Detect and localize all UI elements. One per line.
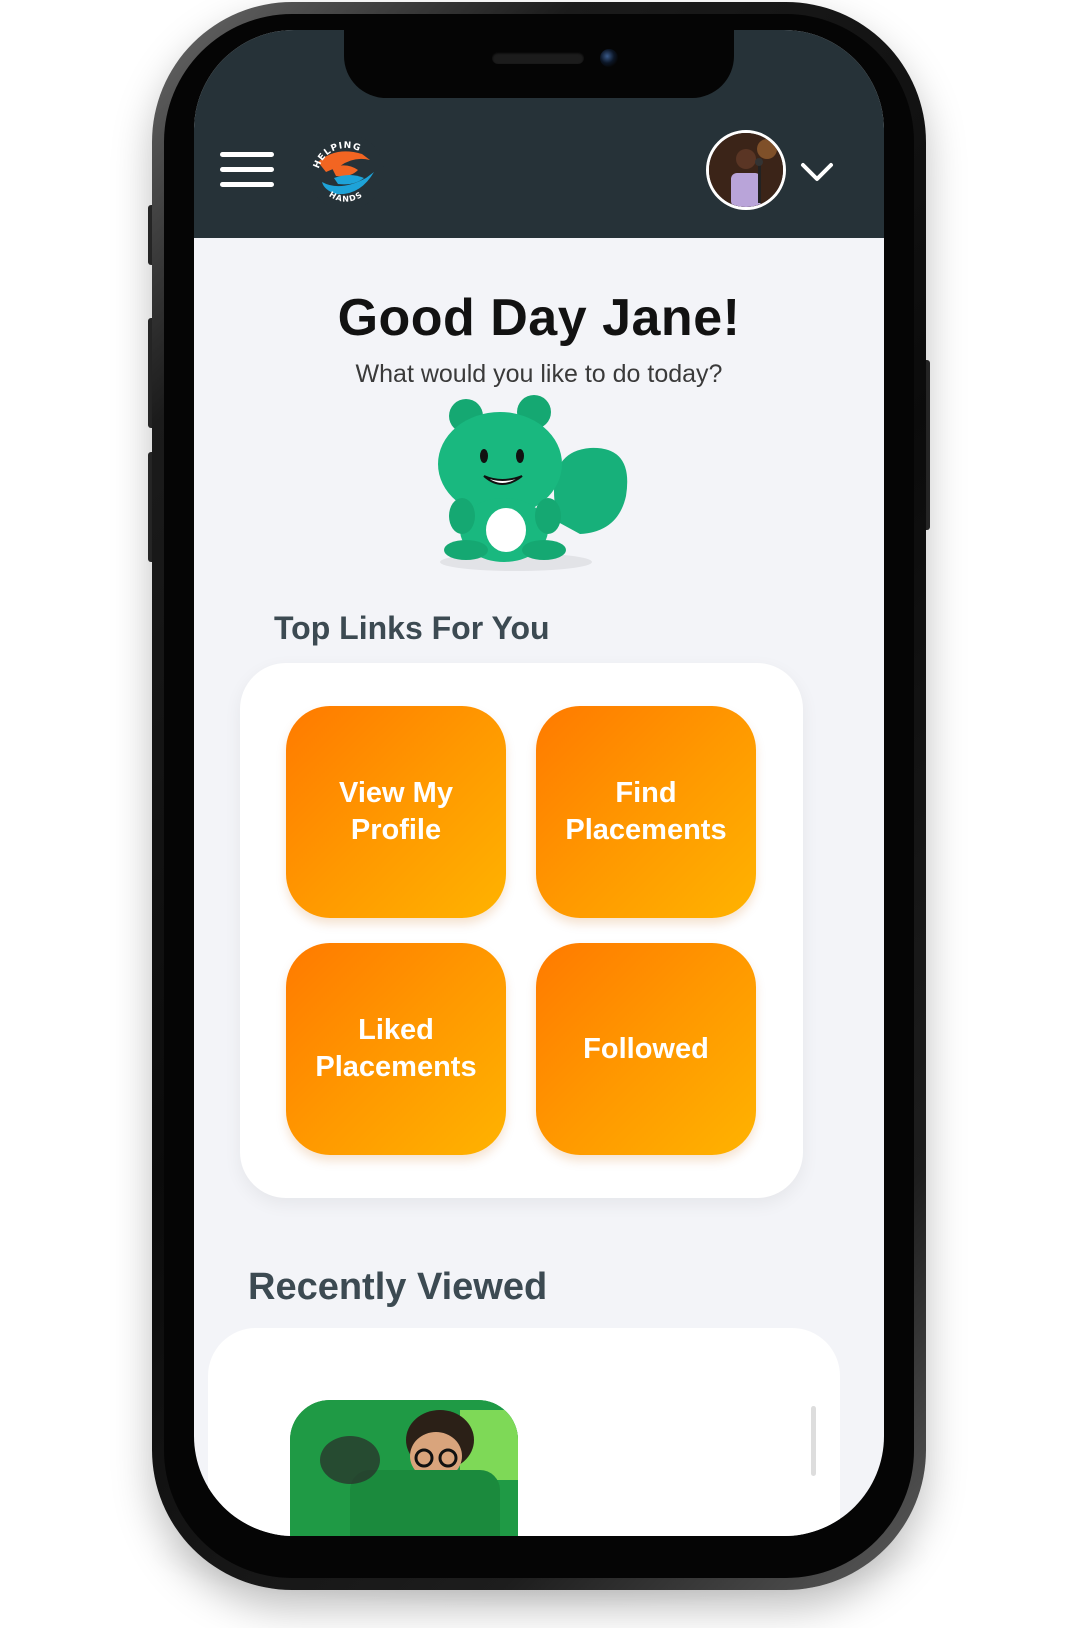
hamburger-menu-icon[interactable] [220,150,276,190]
phone-mockup: HELPING HANDS Good Day Jane! What would … [0,0,1076,1628]
top-links-title: Top Links For You [274,610,550,646]
green-squirrel-mascot-icon [438,395,628,571]
recently-viewed-title: Recently Viewed [248,1266,548,1308]
scrollbar-thumb[interactable] [811,1406,816,1476]
avatar-photo-icon [709,133,783,207]
chevron-down-icon[interactable] [799,156,835,186]
app-screen: HELPING HANDS Good Day Jane! What would … [194,30,884,1536]
phone-notch [344,30,734,98]
find-placements-button[interactable]: Find Placements [536,706,756,918]
top-links-card: View My Profile Find Placements Liked Pl… [240,663,803,1198]
greeting-title: Good Day Jane! [337,289,741,347]
view-my-profile-button[interactable]: View My Profile [286,706,506,918]
recent-item-photo-icon [290,1400,518,1536]
recent-item-thumbnail[interactable] [290,1400,518,1536]
liked-placements-button[interactable]: Liked Placements [286,943,506,1155]
recently-viewed-card [208,1328,840,1536]
speaker-grille [492,52,584,64]
user-avatar[interactable] [706,130,786,210]
front-camera [600,49,618,67]
helping-hands-logo[interactable]: HELPING HANDS [306,132,386,212]
greeting-subtitle: What would you like to do today? [355,360,723,388]
followed-button[interactable]: Followed [536,943,756,1155]
